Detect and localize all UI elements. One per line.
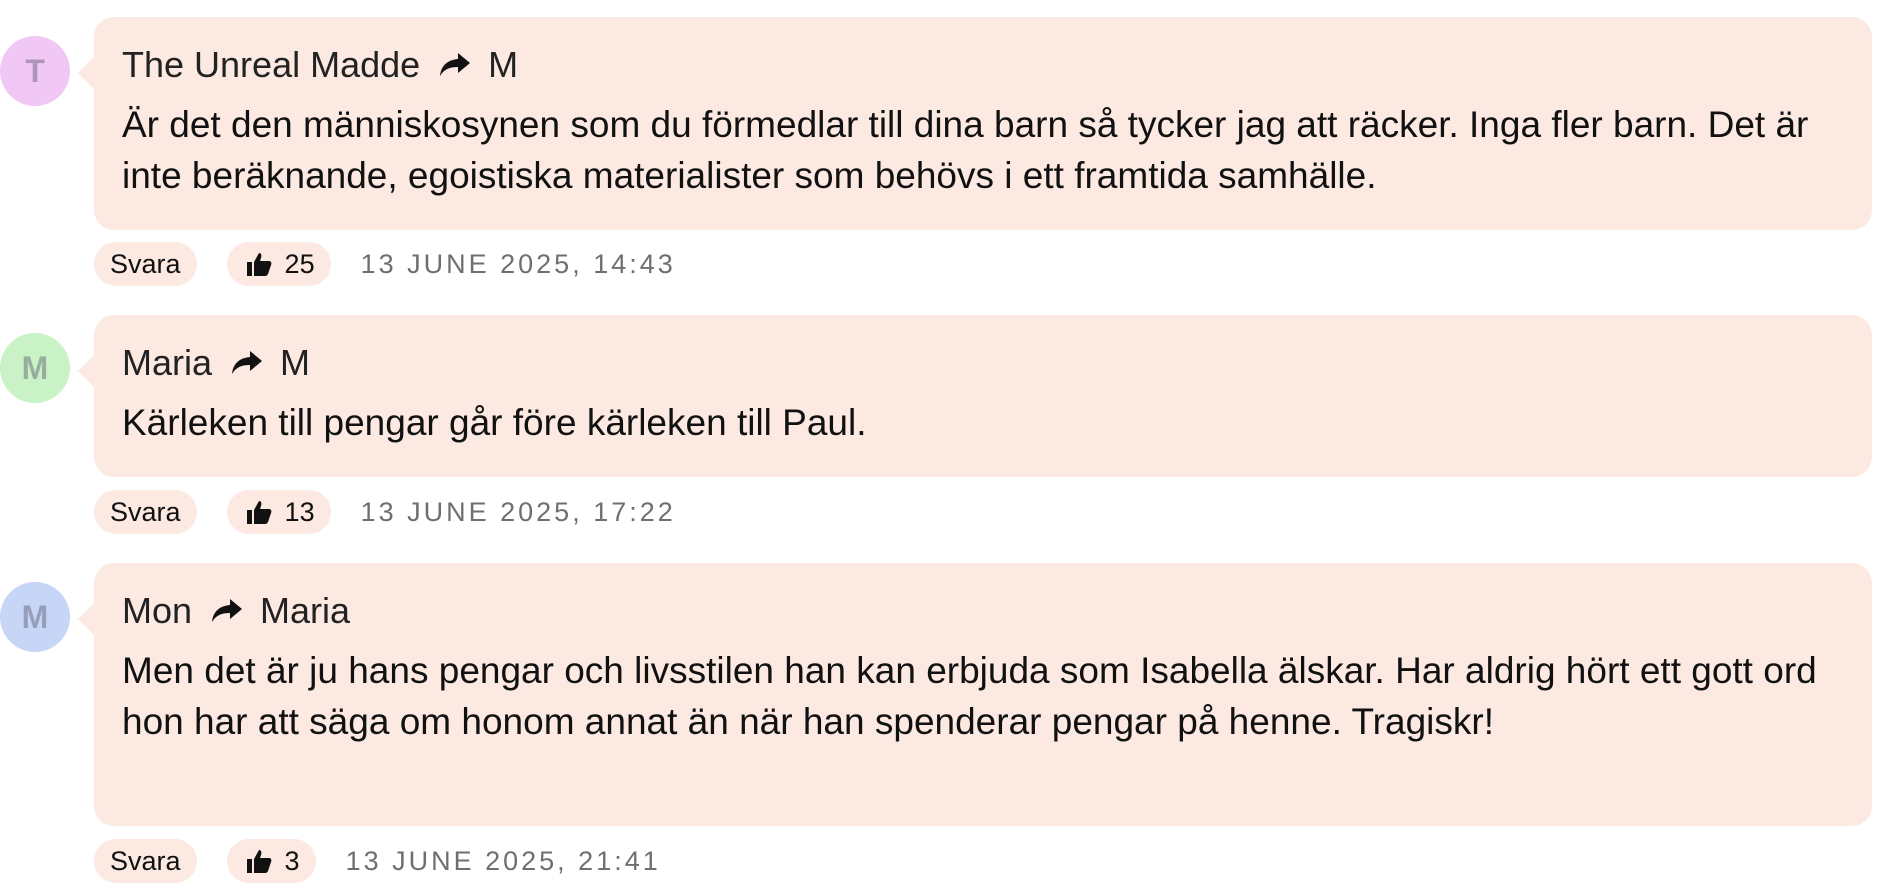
like-count: 13 bbox=[284, 496, 315, 527]
avatar-letter: M bbox=[21, 598, 49, 635]
reply-button[interactable]: Svara bbox=[94, 490, 197, 534]
like-button[interactable]: 13 bbox=[226, 490, 331, 534]
reply-button[interactable]: Svara bbox=[94, 242, 197, 286]
thumbs-up-icon bbox=[245, 498, 273, 526]
comment-bubble: Mon Maria Men det är ju hans pengar och … bbox=[78, 563, 1872, 826]
like-button[interactable]: 25 bbox=[226, 242, 331, 286]
reply-to-name[interactable]: M bbox=[488, 43, 518, 87]
author-name[interactable]: Maria bbox=[122, 341, 212, 385]
avatar[interactable]: M bbox=[0, 582, 70, 652]
author-line: Mon Maria bbox=[122, 589, 1844, 633]
author-name[interactable]: Mon bbox=[122, 589, 192, 633]
author-name[interactable]: The Unreal Madde bbox=[122, 43, 420, 87]
reply-arrow-icon bbox=[438, 50, 472, 80]
avatar-letter: M bbox=[21, 349, 49, 386]
comment-actions: Svara 25 13 JUNE 2025, 14:43 bbox=[94, 242, 676, 286]
avatar[interactable]: T bbox=[0, 36, 70, 106]
reply-to-name[interactable]: Maria bbox=[260, 589, 350, 633]
comment-text: Är det den människosynen som du förmedla… bbox=[122, 104, 1809, 196]
comment-thread: T The Unreal Madde M Är det den människo… bbox=[0, 0, 1890, 892]
author-line: The Unreal Madde M bbox=[122, 43, 1844, 87]
reply-arrow-icon bbox=[210, 596, 244, 626]
like-count: 3 bbox=[284, 845, 300, 876]
comment-bubble: The Unreal Madde M Är det den människosy… bbox=[78, 17, 1872, 230]
author-line: Maria M bbox=[122, 341, 1844, 385]
reply-to-name[interactable]: M bbox=[280, 341, 310, 385]
comment-bubble: Maria M Kärleken till pengar går före kä… bbox=[78, 315, 1872, 477]
reply-arrow-icon bbox=[230, 348, 264, 378]
timestamp: 13 JUNE 2025, 14:43 bbox=[360, 248, 676, 279]
like-count: 25 bbox=[284, 248, 315, 279]
timestamp: 13 JUNE 2025, 21:41 bbox=[345, 845, 661, 876]
timestamp: 13 JUNE 2025, 17:22 bbox=[360, 496, 676, 527]
avatar-letter: T bbox=[25, 52, 45, 89]
comment-text: Men det är ju hans pengar och livsstilen… bbox=[122, 650, 1817, 742]
thumbs-up-icon bbox=[245, 250, 273, 278]
avatar[interactable]: M bbox=[0, 333, 70, 403]
comment-actions: Svara 3 13 JUNE 2025, 21:41 bbox=[94, 839, 661, 883]
reply-button[interactable]: Svara bbox=[94, 839, 197, 883]
thumbs-up-icon bbox=[245, 847, 273, 875]
comment-text: Kärleken till pengar går före kärleken t… bbox=[122, 402, 867, 443]
like-button[interactable]: 3 bbox=[226, 839, 316, 883]
comment-actions: Svara 13 13 JUNE 2025, 17:22 bbox=[94, 490, 676, 534]
